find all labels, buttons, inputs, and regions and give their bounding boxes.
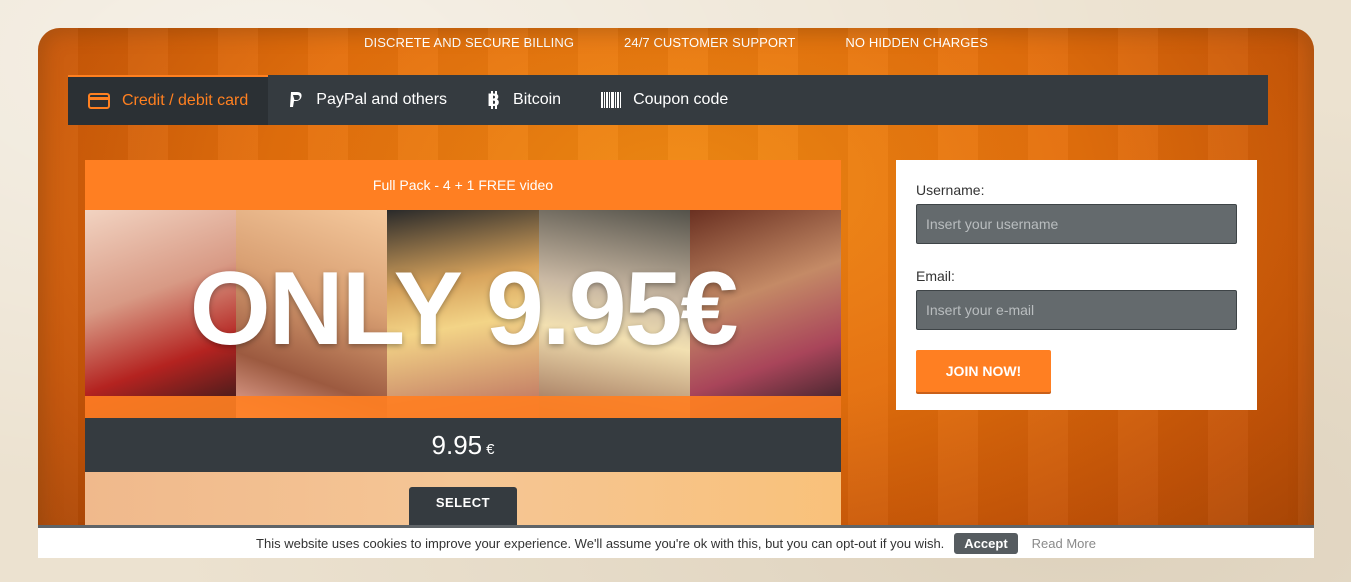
barcode-icon xyxy=(601,92,622,108)
email-label: Email: xyxy=(916,268,955,284)
credit-card-icon xyxy=(88,93,110,109)
feature-billing: DISCRETE AND SECURE BILLING xyxy=(364,35,575,50)
tab-bitcoin-label: Bitcoin xyxy=(513,91,562,108)
tab-bitcoin[interactable]: B Bitcoin xyxy=(467,75,581,125)
username-label: Username: xyxy=(916,182,985,198)
username-input[interactable] xyxy=(916,204,1237,244)
offer-footer: SELECT xyxy=(85,472,841,530)
accept-button[interactable]: Accept xyxy=(954,532,1018,554)
payment-tabs: Credit / debit card PayPal and others B … xyxy=(68,75,1268,125)
select-button[interactable]: SELECT xyxy=(409,487,517,530)
tab-coupon-label: Coupon code xyxy=(633,91,729,108)
paypal-icon xyxy=(288,91,304,109)
cookie-message: This website uses cookies to improve you… xyxy=(256,535,945,551)
tab-paypal[interactable]: PayPal and others xyxy=(268,75,467,125)
join-now-button[interactable]: JOIN NOW! xyxy=(916,350,1051,392)
tab-coupon[interactable]: Coupon code xyxy=(581,75,748,125)
tab-credit-card-label: Credit / debit card xyxy=(122,92,249,109)
cookie-banner: This website uses cookies to improve you… xyxy=(38,525,1314,558)
tab-paypal-label: PayPal and others xyxy=(316,91,448,108)
offer-title: Full Pack - 4 + 1 FREE video xyxy=(85,160,841,210)
join-form: Username: Email: JOIN NOW! xyxy=(896,160,1257,410)
price-currency: € xyxy=(486,440,495,458)
feature-no-charges: NO HIDDEN CHARGES xyxy=(845,35,988,50)
read-more-link[interactable]: Read More xyxy=(1032,536,1096,551)
email-input[interactable] xyxy=(916,290,1237,330)
price-amount: 9.95 xyxy=(431,429,483,460)
feature-bar: DISCRETE AND SECURE BILLING 24/7 CUSTOME… xyxy=(38,35,1314,53)
offer-card: Full Pack - 4 + 1 FREE video ONLY 9.95€ … xyxy=(85,160,841,530)
banner-strip xyxy=(85,396,841,418)
main-frame: DISCRETE AND SECURE BILLING 24/7 CUSTOME… xyxy=(38,28,1314,548)
tab-credit-card[interactable]: Credit / debit card xyxy=(68,75,269,125)
promo-text: ONLY 9.95€ xyxy=(189,251,739,367)
svg-text:B: B xyxy=(487,91,500,109)
offer-banner: ONLY 9.95€ xyxy=(85,210,841,418)
bitcoin-icon: B xyxy=(487,91,501,109)
feature-support: 24/7 CUSTOMER SUPPORT xyxy=(624,35,796,50)
price-bar: 9.95 € xyxy=(85,418,841,472)
